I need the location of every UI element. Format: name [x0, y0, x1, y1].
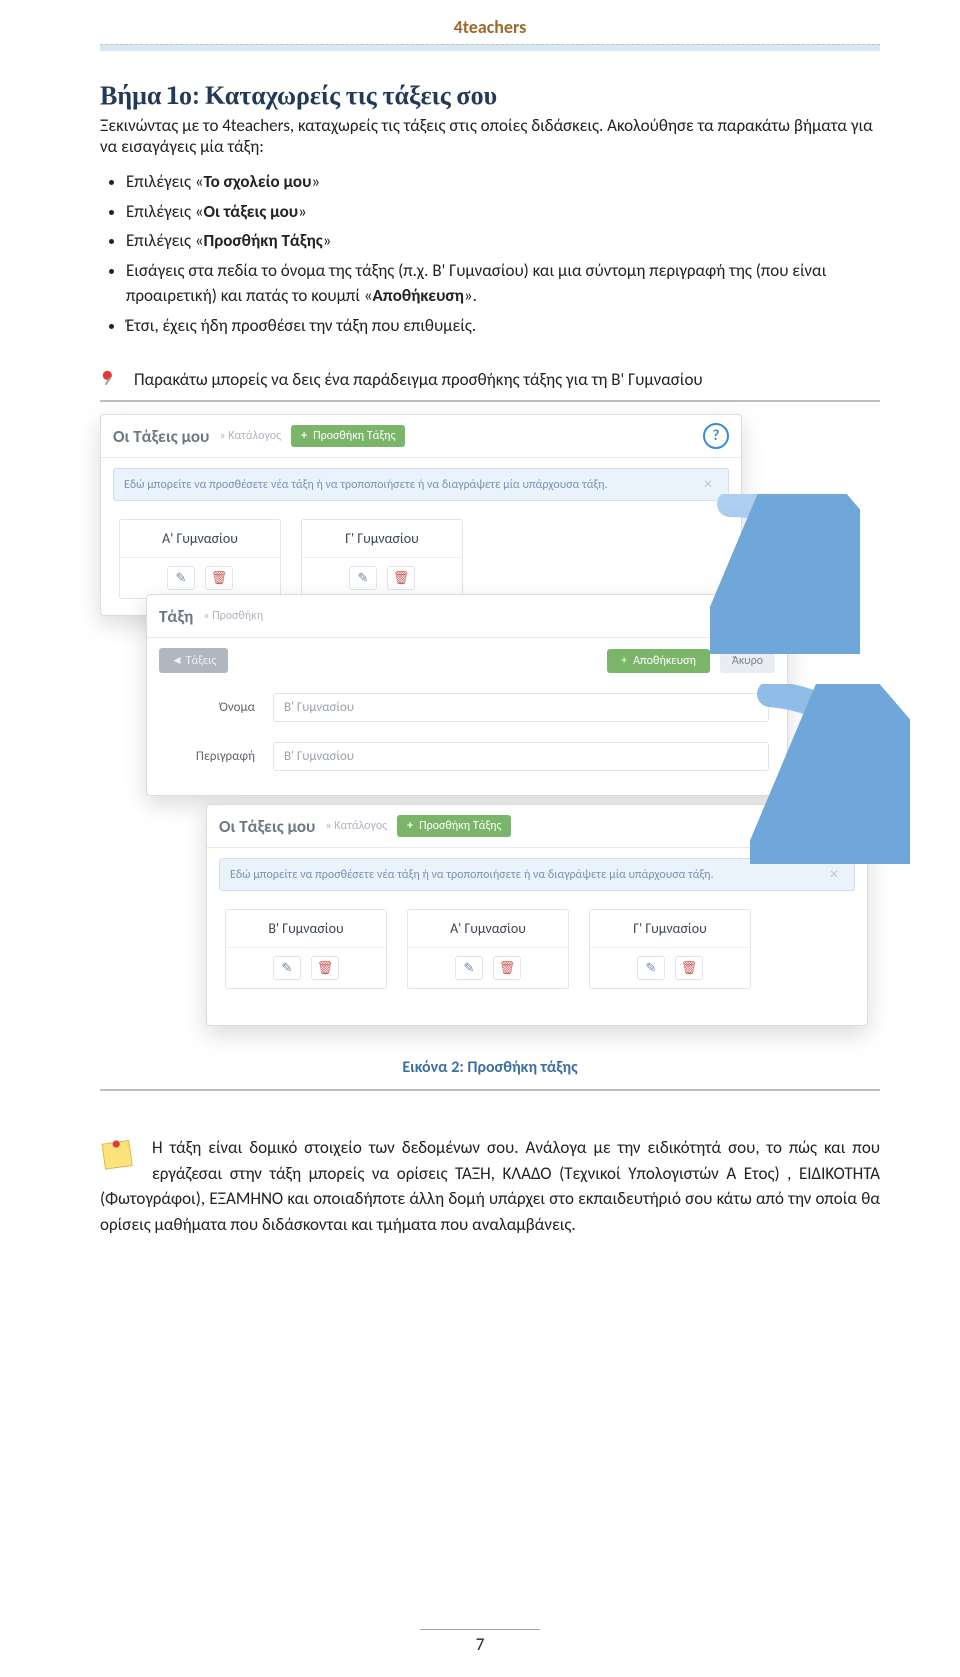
panel-classes-after: Οι Τάξεις μου » Κατάλογος + Προσθήκη Τάξ… — [206, 804, 868, 1026]
panel-add-class-form: Τάξη » Προσθήκη ? ◄ Τάξεις +Αποθήκευση Ά… — [146, 594, 788, 796]
class-card-title: Γ' Γυμνασίου — [302, 530, 462, 558]
panel-title: Οι Τάξεις μου — [219, 816, 315, 837]
bullet-item: Επιλέγεις «Προσθήκη Τάξης» — [126, 228, 880, 254]
info-bar: Εδώ μπορείτε να προσθέσετε νέα τάξη ή να… — [219, 858, 855, 891]
panel-title: Τάξη — [159, 606, 193, 627]
figure-stage: Οι Τάξεις μου » Κατάλογος + Προσθήκη Τάξ… — [100, 414, 880, 1044]
close-icon[interactable]: × — [698, 475, 718, 494]
sticky-note-icon — [100, 1135, 136, 1171]
plus-icon: + — [407, 819, 413, 833]
name-field-label: Όνομα — [165, 700, 255, 715]
step-intro: Ξεκινώντας με το 4teachers, καταχωρείς τ… — [100, 115, 880, 157]
edit-icon[interactable]: ✎ — [637, 956, 665, 980]
class-card: Α' Γυμνασίου ✎ 🗑 — [119, 519, 281, 599]
add-class-button[interactable]: + Προσθήκη Τάξης — [397, 815, 511, 837]
info-text: Εδώ μπορείτε να προσθέσετε νέα τάξη ή να… — [124, 478, 608, 492]
class-card: Β' Γυμνασίου ✎ 🗑 — [225, 909, 387, 989]
delete-icon[interactable]: 🗑 — [311, 956, 339, 980]
info-bar: Εδώ μπορείτε να προσθέσετε νέα τάξη ή να… — [113, 468, 729, 501]
step-bullet-list: Επιλέγεις «Το σχολείο μου» Επιλέγεις «Οι… — [126, 169, 880, 338]
edit-icon[interactable]: ✎ — [455, 956, 483, 980]
edit-icon[interactable]: ✎ — [349, 566, 377, 590]
class-card-title: Γ' Γυμνασίου — [590, 920, 750, 948]
header-divider — [100, 44, 880, 51]
description-field[interactable]: Β' Γυμνασίου — [273, 742, 769, 771]
note-text: Παρακάτω μπορείς να δεις ένα παράδειγμα … — [134, 369, 703, 390]
figure-caption: Εικόνα 2: Προσθήκη τάξης — [100, 1058, 880, 1077]
edit-icon[interactable]: ✎ — [167, 566, 195, 590]
panel-title: Οι Τάξεις μου — [113, 426, 209, 447]
doc-running-header: 4teachers — [100, 16, 880, 38]
plus-icon: + — [301, 429, 307, 443]
help-icon[interactable]: ? — [703, 423, 729, 449]
pushpin-icon — [100, 368, 122, 390]
note-row: Παρακάτω μπορείς να δεις ένα παράδειγμα … — [100, 368, 880, 390]
class-card-title: Α' Γυμνασίου — [120, 530, 280, 558]
back-button[interactable]: ◄ Τάξεις — [159, 648, 228, 673]
description-field-label: Περιγραφή — [165, 749, 255, 764]
edit-icon[interactable]: ✎ — [273, 956, 301, 980]
close-icon[interactable]: × — [824, 865, 844, 884]
sticky-note-paragraph: Η τάξη είναι δομικό στοιχείο των δεδομέν… — [100, 1135, 880, 1237]
class-card-title: Β' Γυμνασίου — [226, 920, 386, 948]
class-card-title: Α' Γυμνασίου — [408, 920, 568, 948]
add-class-button[interactable]: + Προσθήκη Τάξης — [291, 425, 405, 447]
add-class-label: Προσθήκη Τάξης — [313, 429, 395, 443]
class-card: Γ' Γυμνασίου ✎ 🗑 — [589, 909, 751, 989]
plus-icon: + — [621, 654, 627, 668]
delete-icon[interactable]: 🗑 — [205, 566, 233, 590]
add-class-label: Προσθήκη Τάξης — [419, 819, 501, 833]
bullet-item: Επιλέγεις «Το σχολείο μου» — [126, 169, 880, 195]
class-card: Α' Γυμνασίου ✎ 🗑 — [407, 909, 569, 989]
info-text: Εδώ μπορείτε να προσθέσετε νέα τάξη ή να… — [230, 868, 714, 882]
help-icon[interactable]: ? — [829, 813, 855, 839]
class-card: Γ' Γυμνασίου ✎ 🗑 — [301, 519, 463, 599]
figure-frame: Οι Τάξεις μου » Κατάλογος + Προσθήκη Τάξ… — [100, 400, 880, 1091]
delete-icon[interactable]: 🗑 — [493, 956, 521, 980]
breadcrumb: » Κατάλογος — [325, 819, 387, 833]
sticky-note-text: Η τάξη είναι δομικό στοιχείο των δεδομέν… — [100, 1137, 880, 1235]
delete-icon[interactable]: 🗑 — [675, 956, 703, 980]
step-heading: Βήμα 1ο: Καταχωρείς τις τάξεις σου — [100, 81, 880, 111]
name-field[interactable]: Β' Γυμνασίου — [273, 693, 769, 722]
breadcrumb: » Κατάλογος — [219, 429, 281, 443]
bullet-item: Έτσι, έχεις ήδη προσθέσει την τάξη που ε… — [126, 313, 880, 339]
page-number: 7 — [0, 1629, 960, 1655]
save-button[interactable]: +Αποθήκευση — [607, 649, 710, 673]
chevron-left-icon: ◄ — [171, 654, 186, 668]
breadcrumb: » Προσθήκη — [203, 609, 263, 623]
bullet-item: Επιλέγεις «Οι τάξεις μου» — [126, 199, 880, 225]
cancel-button[interactable]: Άκυρο — [720, 649, 775, 673]
delete-icon[interactable]: 🗑 — [387, 566, 415, 590]
help-icon[interactable]: ? — [749, 603, 775, 629]
bullet-item: Εισάγεις στα πεδία το όνομα της τάξης (π… — [126, 258, 880, 309]
panel-classes-before: Οι Τάξεις μου » Κατάλογος + Προσθήκη Τάξ… — [100, 414, 742, 616]
